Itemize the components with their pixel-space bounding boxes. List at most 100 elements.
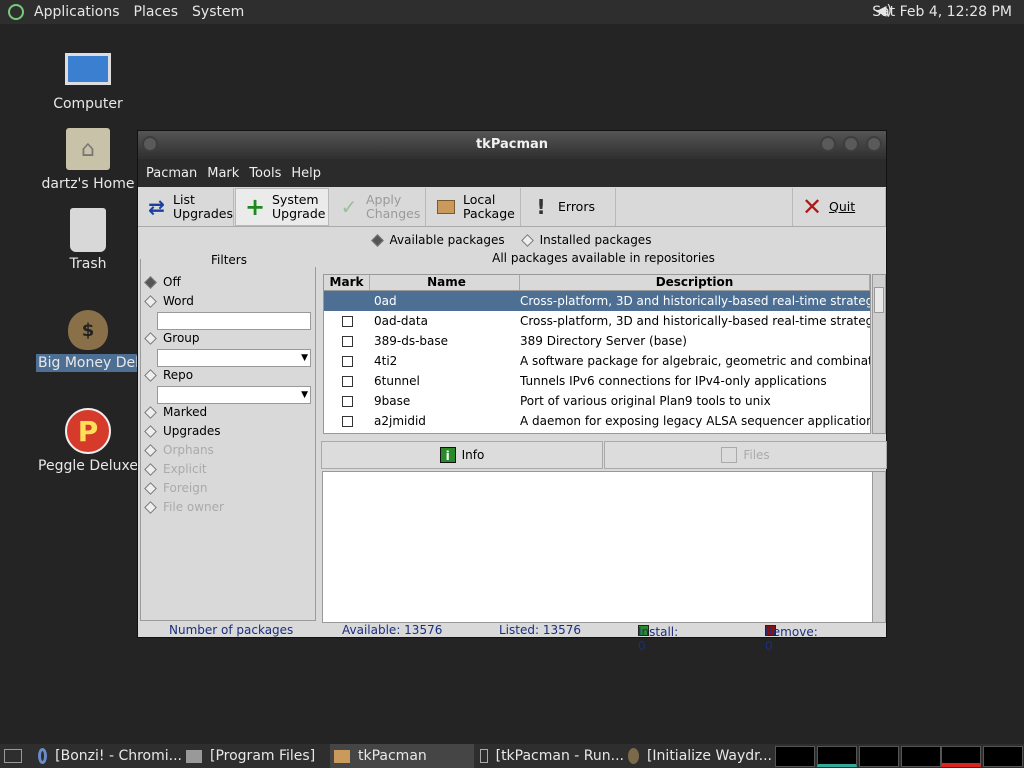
radio-icon bbox=[144, 405, 157, 419]
filter-repo[interactable]: Repo bbox=[144, 368, 193, 382]
table-row[interactable]: 4ti2 A software package for algebraic, g… bbox=[324, 351, 870, 371]
apply-changes-button[interactable]: ✓ Apply Changes bbox=[330, 188, 426, 226]
table-row[interactable]: a2jmidid A daemon for exposing legacy AL… bbox=[324, 411, 870, 431]
desktop-icon-home[interactable]: ⌂ dartz's Home bbox=[33, 128, 143, 192]
filter-off[interactable]: Off bbox=[144, 275, 181, 289]
installed-radio-label[interactable]: Installed packages bbox=[540, 233, 652, 247]
mark-checkbox[interactable] bbox=[341, 375, 353, 387]
scroll-thumb[interactable] bbox=[874, 287, 884, 313]
show-desktop-icon[interactable] bbox=[4, 749, 22, 763]
chromium-icon bbox=[38, 748, 48, 764]
workspace-3[interactable] bbox=[859, 746, 899, 767]
package-box-icon bbox=[435, 196, 457, 218]
column-header-name[interactable]: Name bbox=[370, 275, 520, 290]
package-source-selector: Available packages Installed packages bbox=[138, 229, 886, 251]
list-upgrades-button[interactable]: ⇄ List Upgrades bbox=[138, 188, 234, 226]
applications-menu[interactable]: Applications bbox=[34, 4, 120, 20]
files-tab[interactable]: Files bbox=[604, 441, 887, 469]
mark-checkbox[interactable] bbox=[341, 355, 353, 367]
maximize-icon[interactable] bbox=[843, 136, 859, 152]
window-menu-icon[interactable] bbox=[142, 136, 158, 152]
status-remove: Remove: 0 bbox=[765, 625, 818, 653]
places-menu[interactable]: Places bbox=[134, 4, 179, 20]
package-description: Cross-platform, 3D and historically-base… bbox=[520, 314, 870, 328]
taskbar-item-chromium[interactable]: [Bonzi! - Chromi... bbox=[38, 744, 182, 768]
errors-button[interactable]: ! Errors bbox=[522, 188, 616, 226]
filter-explicit: Explicit bbox=[144, 462, 207, 476]
desktop-icon-computer[interactable]: Computer bbox=[33, 46, 143, 112]
radio-icon bbox=[144, 368, 157, 382]
menu-mark[interactable]: Mark bbox=[207, 166, 239, 181]
mark-checkbox[interactable] bbox=[341, 315, 353, 327]
menu-tools[interactable]: Tools bbox=[249, 166, 281, 181]
minimize-icon[interactable] bbox=[820, 136, 836, 152]
system-monitor[interactable] bbox=[941, 746, 981, 767]
workspace-4[interactable] bbox=[901, 746, 941, 767]
filter-marked[interactable]: Marked bbox=[144, 405, 207, 419]
taskbar: [Bonzi! - Chromi... [Program Files] tkPa… bbox=[0, 744, 1024, 768]
workspace-2[interactable] bbox=[817, 746, 857, 767]
mark-checkbox[interactable] bbox=[341, 395, 353, 407]
task-label: tkPacman bbox=[358, 748, 427, 764]
gnome-foot-icon[interactable] bbox=[8, 4, 24, 20]
filter-word[interactable]: Word bbox=[144, 294, 194, 308]
package-description: 389 Directory Server (base) bbox=[520, 334, 687, 348]
system-upgrade-button[interactable]: + System Upgrade bbox=[235, 188, 329, 226]
filter-foreign: Foreign bbox=[144, 481, 207, 495]
top-panel: Applications Places System ◀) Sat Feb 4,… bbox=[0, 0, 1024, 24]
button-label: System bbox=[272, 192, 319, 207]
toolbar: ⇄ List Upgrades + System Upgrade ✓ Apply Ch… bbox=[138, 187, 886, 227]
table-header: Mark Name Description bbox=[324, 275, 870, 291]
title-bar[interactable]: tkPacman bbox=[138, 131, 886, 159]
info-tab[interactable]: i Info bbox=[321, 441, 603, 469]
exclamation-icon: ! bbox=[536, 195, 546, 219]
repo-select[interactable]: ▼ bbox=[157, 386, 311, 404]
menu-pacman[interactable]: Pacman bbox=[146, 166, 197, 181]
close-icon[interactable] bbox=[866, 136, 882, 152]
mark-checkbox[interactable] bbox=[341, 335, 353, 347]
table-row[interactable]: 0ad-data Cross-platform, 3D and historic… bbox=[324, 311, 870, 331]
system-menu[interactable]: System bbox=[192, 4, 244, 20]
task-label: [Program Files] bbox=[210, 748, 316, 764]
filter-group[interactable]: Group bbox=[144, 331, 200, 345]
group-select[interactable]: ▼ bbox=[157, 349, 311, 367]
quit-button[interactable]: ✕ Quit bbox=[792, 188, 886, 226]
taskbar-item-terminal[interactable]: [tkPacman - Run... bbox=[480, 744, 624, 768]
package-name: 389-ds-base bbox=[374, 334, 449, 348]
task-label: [Bonzi! - Chromi... bbox=[55, 748, 182, 764]
menu-help[interactable]: Help bbox=[291, 166, 321, 181]
word-input[interactable] bbox=[157, 312, 311, 330]
table-row[interactable]: 9base Port of various original Plan9 too… bbox=[324, 391, 870, 411]
workspace-6[interactable] bbox=[983, 746, 1023, 767]
mark-checkbox[interactable] bbox=[341, 415, 353, 427]
taskbar-item-files[interactable]: [Program Files] bbox=[186, 744, 330, 768]
workspace-1[interactable] bbox=[775, 746, 815, 767]
packages-scrollbar[interactable] bbox=[872, 274, 886, 434]
info-icon: i bbox=[439, 447, 456, 463]
desktop-icon-big-money[interactable]: $ Big Money Delux bbox=[33, 310, 143, 372]
table-row[interactable]: 389-ds-base 389 Directory Server (base) bbox=[324, 331, 870, 351]
desktop-icon-trash[interactable]: Trash bbox=[33, 208, 143, 272]
filter-upgrades[interactable]: Upgrades bbox=[144, 424, 221, 438]
clock[interactable]: Sat Feb 4, 12:28 PM bbox=[872, 4, 1012, 20]
installed-radio[interactable] bbox=[520, 233, 534, 247]
available-radio[interactable] bbox=[370, 233, 384, 247]
desktop-icon-peggle[interactable]: P Peggle Deluxe bbox=[33, 408, 143, 474]
table-row[interactable]: 6tunnel Tunnels IPv6 connections for IPv… bbox=[324, 371, 870, 391]
button-label: List bbox=[173, 192, 195, 207]
package-description: A daemon for exposing legacy ALSA sequen… bbox=[520, 414, 870, 428]
button-label: Local bbox=[463, 192, 496, 207]
package-name: 0ad-data bbox=[374, 314, 428, 328]
details-scrollbar[interactable] bbox=[872, 471, 886, 623]
package-description: Port of various original Plan9 tools to … bbox=[520, 394, 771, 408]
column-header-description[interactable]: Description bbox=[520, 275, 870, 290]
checkmark-icon: ✓ bbox=[340, 195, 358, 219]
taskbar-item-waydroid[interactable]: [Initialize Waydr... bbox=[628, 744, 772, 768]
column-header-mark[interactable]: Mark bbox=[324, 275, 370, 290]
radio-icon bbox=[144, 424, 157, 438]
taskbar-item-tkpacman[interactable]: tkPacman bbox=[330, 744, 474, 768]
local-package-button[interactable]: Local Package bbox=[427, 188, 521, 226]
available-radio-label[interactable]: Available packages bbox=[390, 233, 505, 247]
task-label: [tkPacman - Run... bbox=[495, 748, 624, 764]
table-row[interactable]: 0ad Cross-platform, 3D and historically-… bbox=[324, 291, 870, 311]
